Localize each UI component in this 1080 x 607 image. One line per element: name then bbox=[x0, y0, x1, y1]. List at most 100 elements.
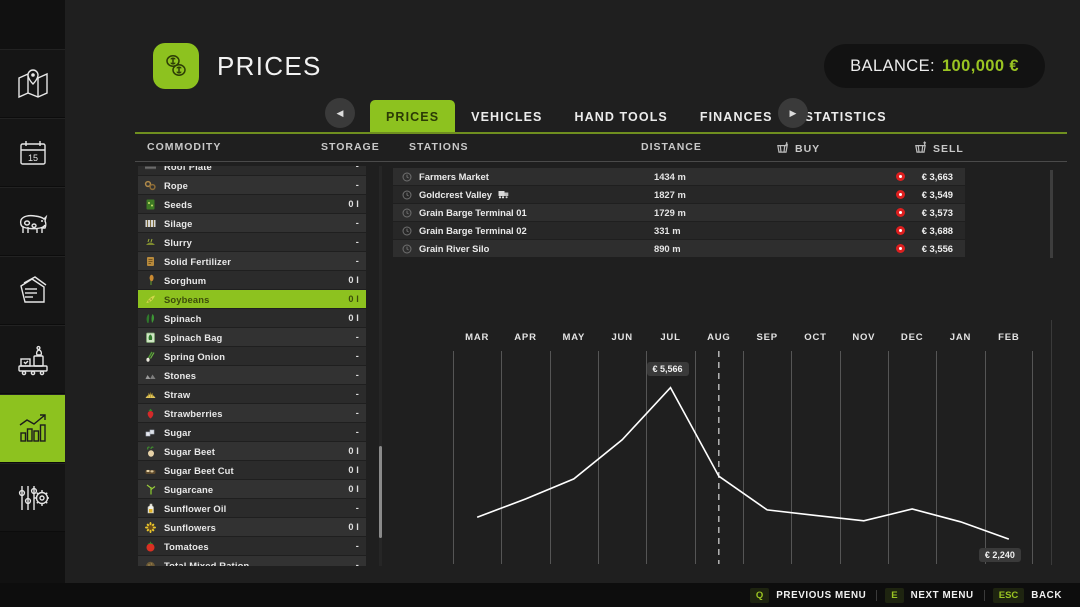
commodity-name: Seeds bbox=[164, 199, 348, 210]
sidebar-item-production[interactable] bbox=[0, 325, 65, 394]
chart-month-label: JUN bbox=[611, 332, 632, 343]
commodity-row[interactable]: Sorghum0 l bbox=[138, 271, 366, 289]
tab-vehicles[interactable]: VEHICLES bbox=[455, 100, 558, 134]
sell-basket-icon bbox=[914, 141, 927, 157]
sunflowers-icon bbox=[143, 520, 158, 534]
column-header-buy[interactable]: BUY bbox=[776, 141, 820, 157]
commodity-row[interactable]: Tomatoes- bbox=[138, 537, 366, 555]
commodity-scrollbar-thumb[interactable] bbox=[379, 446, 382, 538]
commodity-row[interactable]: Strawberries- bbox=[138, 404, 366, 422]
commodity-row[interactable]: Sunflower Oil- bbox=[138, 499, 366, 517]
chart-month-label: MAY bbox=[563, 332, 586, 343]
stations-list: Farmers Market1434 m€ 3,663Goldcrest Val… bbox=[393, 168, 965, 258]
spinach-icon bbox=[143, 311, 158, 325]
commodity-storage: - bbox=[356, 237, 359, 247]
bar-chart-icon bbox=[15, 411, 51, 447]
commodity-storage: - bbox=[356, 503, 359, 513]
chevron-left-glyph: ◀ bbox=[337, 109, 344, 118]
station-row[interactable]: Grain Barge Terminal 02331 m€ 3,688 bbox=[393, 222, 965, 239]
commodity-row[interactable]: Spring Onion- bbox=[138, 347, 366, 365]
tab-prices[interactable]: PRICES bbox=[370, 100, 455, 134]
sidebar-item-map[interactable] bbox=[0, 49, 65, 118]
commodity-storage: - bbox=[356, 560, 359, 566]
map-marker-icon bbox=[896, 190, 905, 199]
hint-key-esc: ESC bbox=[993, 588, 1025, 603]
station-name: Grain Barge Terminal 02 bbox=[419, 225, 527, 236]
page-title: PRICES bbox=[217, 51, 322, 82]
commodity-row[interactable]: Spinach Bag- bbox=[138, 328, 366, 346]
hint-previous-menu[interactable]: Q PREVIOUS MENU bbox=[750, 588, 866, 603]
seeds-icon bbox=[143, 197, 158, 211]
sidebar-item-statistics[interactable] bbox=[0, 394, 65, 463]
sugarcane-icon bbox=[143, 482, 158, 496]
column-header-distance[interactable]: DISTANCE bbox=[641, 141, 702, 153]
map-marker-icon bbox=[896, 226, 905, 235]
sidebar-item-animals[interactable] bbox=[0, 187, 65, 256]
hint-back[interactable]: ESC BACK bbox=[993, 588, 1062, 603]
spinach-bag-icon bbox=[143, 330, 158, 344]
tab-prices-label: PRICES bbox=[386, 110, 439, 124]
svg-text:15: 15 bbox=[27, 153, 37, 163]
commodity-name: Tomatoes bbox=[164, 541, 356, 552]
commodity-name: Total Mixed Ration bbox=[164, 560, 356, 567]
chevron-right-icon[interactable]: ▶ bbox=[778, 98, 808, 128]
silage-icon bbox=[143, 216, 158, 230]
map-marker-icon bbox=[896, 244, 905, 253]
commodity-row[interactable]: Stones- bbox=[138, 366, 366, 384]
cow-icon bbox=[15, 204, 51, 240]
commodity-name: Spinach Bag bbox=[164, 332, 356, 343]
chart-month-label: FEB bbox=[998, 332, 1019, 343]
column-header-stations[interactable]: STATIONS bbox=[409, 141, 469, 153]
tab-hand-tools[interactable]: HAND TOOLS bbox=[558, 100, 683, 134]
tab-finances[interactable]: FINANCES bbox=[684, 100, 789, 134]
commodity-row[interactable]: Slurry- bbox=[138, 233, 366, 251]
commodity-row[interactable]: Roof Plate- bbox=[138, 166, 366, 175]
commodity-row[interactable]: Spinach0 l bbox=[138, 309, 366, 327]
commodity-scrollbar[interactable] bbox=[379, 166, 382, 566]
hint-next-menu[interactable]: E NEXT MENU bbox=[885, 588, 973, 603]
commodity-storage: - bbox=[356, 332, 359, 342]
sidebar-item-contracts[interactable] bbox=[0, 256, 65, 325]
buy-label: BUY bbox=[795, 143, 820, 155]
column-header-commodity[interactable]: COMMODITY bbox=[147, 141, 221, 153]
station-row[interactable]: Goldcrest Valley1827 m€ 3,549 bbox=[393, 186, 965, 203]
right-divider bbox=[1051, 320, 1052, 565]
station-row[interactable]: Grain River Silo890 m€ 3,556 bbox=[393, 240, 965, 257]
chevron-left-icon[interactable]: ◀ bbox=[325, 98, 355, 128]
sidebar-item-settings[interactable] bbox=[0, 463, 65, 532]
commodity-row[interactable]: Straw- bbox=[138, 385, 366, 403]
stones-icon bbox=[143, 368, 158, 382]
chart-end-price-tag: € 2,240 bbox=[979, 548, 1021, 562]
chevron-right-glyph: ▶ bbox=[790, 109, 797, 118]
commodity-row[interactable]: Sugarcane0 l bbox=[138, 480, 366, 498]
commodity-row-selected[interactable]: Soybeans0 l bbox=[138, 290, 366, 308]
station-row[interactable]: Grain Barge Terminal 011729 m€ 3,573 bbox=[393, 204, 965, 221]
commodity-row[interactable]: Sugar Beet Cut0 l bbox=[138, 461, 366, 479]
commodity-storage: - bbox=[356, 541, 359, 551]
commodity-row[interactable]: Sugar Beet0 l bbox=[138, 442, 366, 460]
stations-scrollbar[interactable] bbox=[1050, 170, 1053, 258]
commodity-row[interactable]: Sunflowers0 l bbox=[138, 518, 366, 536]
soybeans-icon bbox=[143, 292, 158, 306]
commodity-storage: 0 l bbox=[348, 522, 359, 532]
column-header-storage[interactable]: STORAGE bbox=[321, 141, 380, 153]
clock-icon bbox=[400, 226, 413, 236]
commodity-row[interactable]: Total Mixed Ration- bbox=[138, 556, 366, 566]
commodity-storage: 0 l bbox=[348, 313, 359, 323]
commodity-name: Silage bbox=[164, 218, 356, 229]
chart-month-label: MAR bbox=[465, 332, 489, 343]
tab-underline bbox=[135, 132, 1067, 134]
commodity-row[interactable]: Sugar- bbox=[138, 423, 366, 441]
commodity-row[interactable]: Solid Fertilizer- bbox=[138, 252, 366, 270]
commodity-row[interactable]: Seeds0 l bbox=[138, 195, 366, 213]
chart-month-label: NOV bbox=[852, 332, 875, 343]
commodity-name: Sorghum bbox=[164, 275, 348, 286]
station-row[interactable]: Farmers Market1434 m€ 3,663 bbox=[393, 168, 965, 185]
column-headers: COMMODITY STORAGE STATIONS DISTANCE BUY … bbox=[135, 141, 1067, 161]
commodity-row[interactable]: Silage- bbox=[138, 214, 366, 232]
main-sidebar: 15 bbox=[0, 0, 65, 607]
commodity-row[interactable]: Rope- bbox=[138, 176, 366, 194]
column-header-sell[interactable]: SELL bbox=[914, 141, 964, 157]
slurry-icon bbox=[143, 235, 158, 249]
sidebar-item-calendar[interactable]: 15 bbox=[0, 118, 65, 187]
